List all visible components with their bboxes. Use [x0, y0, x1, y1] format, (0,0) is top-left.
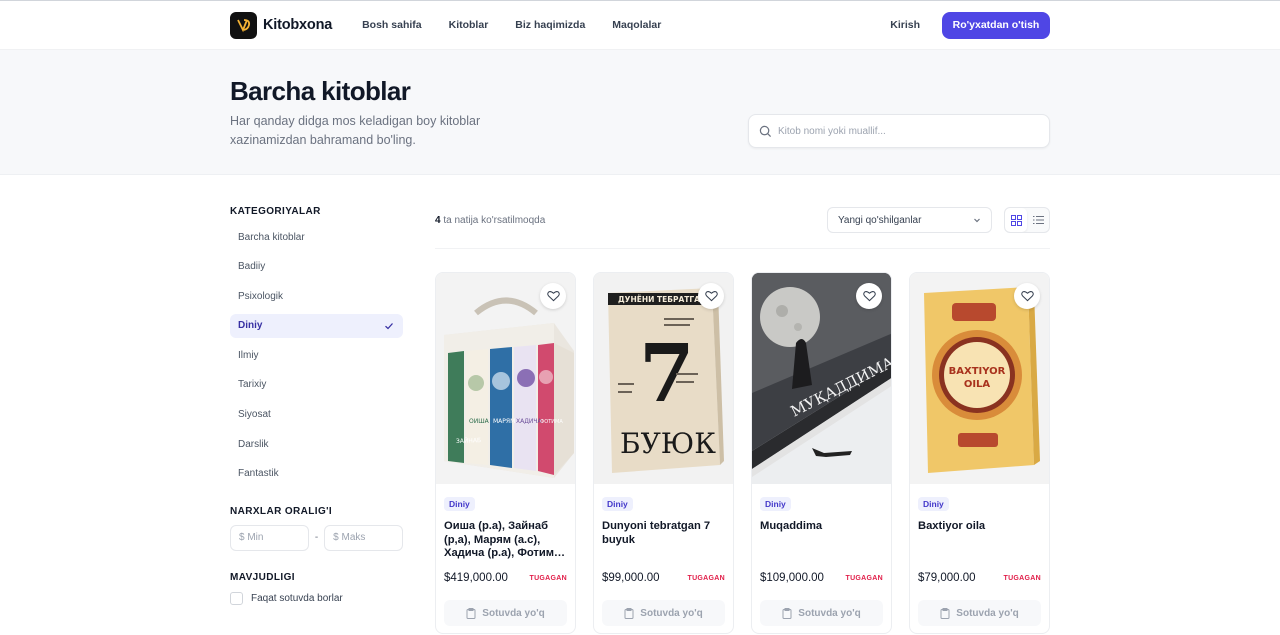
book-cover[interactable]: ДУНЁНИ ТЕБРАТГАН 7 БУЮК — [594, 273, 733, 484]
nav-home[interactable]: Bosh sahifa — [362, 19, 422, 31]
stock-status: TUGAGAN — [1003, 574, 1041, 582]
category-politics[interactable]: Siyosat — [230, 403, 403, 427]
product-card[interactable]: ЗАЙНАБ ОИША МАРЯМ ХАДИЧА ФОТИМА Diniy Ои… — [435, 272, 576, 634]
list-icon — [1032, 216, 1044, 224]
product-title[interactable]: Baxtiyor oila — [918, 520, 1041, 560]
in-stock-label: Faqat sotuvda borlar — [251, 592, 343, 604]
price-min-input[interactable]: $ Min — [230, 524, 309, 551]
logo[interactable]: Kitobxona — [230, 11, 333, 39]
nav-about[interactable]: Biz haqimizda — [515, 19, 585, 31]
spine-text-5: ФОТИМА — [540, 419, 563, 425]
logo-icon — [230, 11, 257, 39]
price-max-input[interactable]: $ Maks — [324, 524, 403, 551]
product-card[interactable]: МУҚАДДИМА Diniy Muqaddima $109,000.00 TU… — [751, 272, 892, 634]
favorite-button[interactable] — [540, 283, 566, 309]
grid-view-button[interactable] — [1005, 208, 1027, 232]
product-title[interactable]: Dunyoni tebratgan 7 buyuk — [602, 520, 725, 560]
search-box[interactable] — [748, 114, 1050, 148]
clipboard-icon — [624, 607, 634, 619]
spine-text-2: ОИША — [469, 418, 490, 425]
category-all[interactable]: Barcha kitoblar — [230, 225, 403, 249]
search-input[interactable] — [778, 125, 1028, 137]
product-grid: ЗАЙНАБ ОИША МАРЯМ ХАДИЧА ФОТИМА Diniy Ои… — [435, 272, 1050, 634]
favorite-button[interactable] — [856, 283, 882, 309]
main-nav: Bosh sahifa Kitoblar Biz haqimizda Maqol… — [362, 19, 661, 31]
favorite-button[interactable] — [698, 283, 724, 309]
chevron-down-icon — [974, 218, 980, 223]
results-count: 4 ta natija ko'rsatilmoqda — [435, 214, 546, 226]
category-fiction[interactable]: Badiiy — [230, 255, 403, 279]
clipboard-icon — [466, 607, 476, 619]
favorite-button[interactable] — [1014, 283, 1040, 309]
unavailable-button[interactable]: Sotuvda yo'q — [760, 600, 883, 626]
heart-icon — [546, 291, 560, 302]
grid-icon — [1010, 214, 1022, 226]
category-history[interactable]: Tarixiy — [230, 373, 403, 397]
unavailable-button[interactable]: Sotuvda yo'q — [602, 600, 725, 626]
site-header: Kitobxona Bosh sahifa Kitoblar Biz haqim… — [0, 1, 1280, 49]
unavailable-button[interactable]: Sotuvda yo'q — [444, 600, 567, 626]
cover-header-text: ДУНЁНИ ТЕБРАТГАН — [618, 295, 706, 304]
cover-word: БУЮК — [620, 427, 716, 460]
category-fantasy[interactable]: Fantastik — [230, 462, 403, 486]
page-title: Barcha kitoblar — [230, 76, 411, 106]
product-price: $419,000.00 — [444, 572, 508, 584]
availability-heading: MAVJUDLIGI — [230, 571, 295, 583]
filter-sidebar: KATEGORIYALAR Barcha kitoblar Badiiy Psi… — [230, 206, 403, 605]
category-badge: Diniy — [444, 497, 475, 511]
book-cover[interactable]: BAXTIYOR OILA — [910, 273, 1049, 484]
cover-title-line1: BAXTIYOR — [949, 366, 1006, 377]
brand-name: Kitobxona — [263, 17, 333, 33]
category-science[interactable]: Ilmiy — [230, 343, 403, 367]
categories-heading: KATEGORIYALAR — [230, 206, 321, 217]
product-price: $99,000.00 — [602, 572, 660, 584]
search-icon — [759, 125, 772, 137]
toolbar-divider — [435, 248, 1050, 249]
heart-icon — [862, 291, 876, 302]
hero-section: Barcha kitoblar Har qanday didga mos kel… — [0, 49, 1280, 175]
category-psychology[interactable]: Psixologik — [230, 284, 403, 308]
product-card[interactable]: BAXTIYOR OILA Diniy Baxtiyor oila $79,00… — [909, 272, 1050, 634]
stock-status: TUGAGAN — [845, 574, 883, 582]
nav-books[interactable]: Kitoblar — [449, 19, 489, 31]
view-toggle — [1004, 207, 1050, 233]
nav-articles[interactable]: Maqolalar — [612, 19, 661, 31]
product-title[interactable]: Muqaddima — [760, 520, 883, 560]
product-card[interactable]: ДУНЁНИ ТЕБРАТГАН 7 БУЮК Diniy Dunyoni te… — [593, 272, 734, 634]
book-cover[interactable]: МУҚАДДИМА — [752, 273, 891, 484]
cover-title-line2: OILA — [964, 379, 991, 390]
in-stock-checkbox[interactable] — [230, 591, 243, 605]
results-toolbar: 4 ta natija ko'rsatilmoqda Yangi qo'shil… — [435, 206, 1050, 234]
book-cover[interactable]: ЗАЙНАБ ОИША МАРЯМ ХАДИЧА ФОТИМА — [436, 273, 575, 484]
stock-status: TUGAGAN — [687, 574, 725, 582]
heart-icon — [704, 291, 718, 302]
category-badge: Diniy — [918, 497, 949, 511]
category-religious[interactable]: Diniy — [230, 313, 403, 338]
sort-select[interactable]: Yangi qo'shilganlar — [827, 207, 992, 233]
check-icon — [385, 322, 393, 330]
spine-text-3: МАРЯМ — [493, 418, 515, 425]
range-separator: - — [314, 532, 319, 544]
register-button[interactable]: Ro'yxatdan o'tish — [942, 11, 1050, 39]
product-title[interactable]: Оиша (р.а), Зайнаб (р,а), Марям (а.с), Х… — [444, 520, 567, 560]
category-badge: Diniy — [760, 497, 791, 511]
sort-value: Yangi qo'shilganlar — [838, 214, 922, 226]
clipboard-icon — [940, 607, 950, 619]
price-range-heading: NARXLAR ORALIG'I — [230, 505, 333, 517]
category-textbook[interactable]: Darslik — [230, 432, 403, 456]
category-badge: Diniy — [602, 497, 633, 511]
page-subtitle: Har qanday didga mos keladigan boy kitob… — [230, 114, 481, 147]
spine-text-4: ХАДИЧА — [516, 418, 543, 425]
unavailable-button[interactable]: Sotuvda yo'q — [918, 600, 1041, 626]
login-link[interactable]: Kirish — [890, 19, 920, 31]
list-view-button[interactable] — [1027, 208, 1049, 232]
heart-icon — [1020, 291, 1034, 302]
stock-status: TUGAGAN — [529, 574, 567, 582]
category-label: Diniy — [238, 320, 263, 332]
spine-text-1: ЗАЙНАБ — [456, 437, 481, 445]
product-price: $109,000.00 — [760, 572, 824, 584]
clipboard-icon — [782, 607, 792, 619]
product-price: $79,000.00 — [918, 572, 976, 584]
